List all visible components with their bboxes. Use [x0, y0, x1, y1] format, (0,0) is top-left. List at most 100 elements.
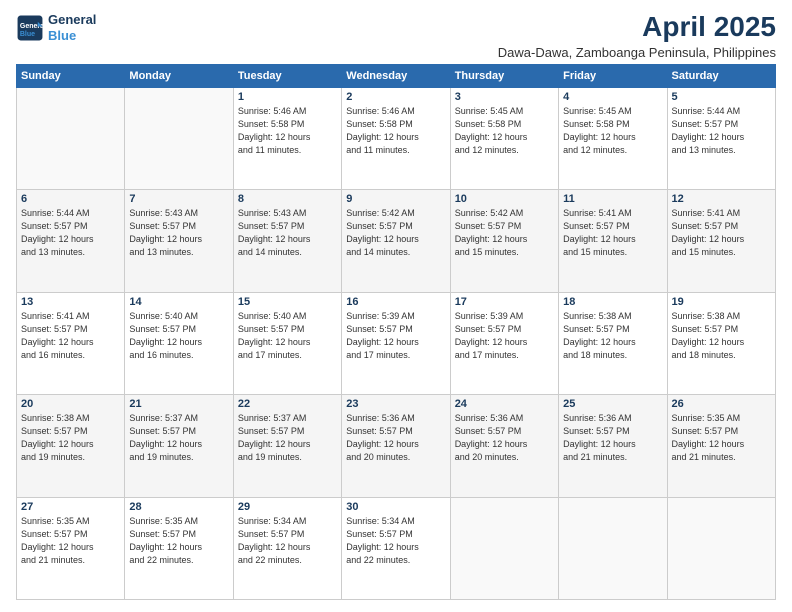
calendar-day-header: Tuesday [233, 64, 341, 87]
day-info: Sunrise: 5:37 AM Sunset: 5:57 PM Dayligh… [129, 412, 228, 464]
calendar-cell: 1 Sunrise: 5:46 AM Sunset: 5:58 PM Daylig… [233, 87, 341, 189]
day-info: Sunrise: 5:39 AM Sunset: 5:57 PM Dayligh… [455, 310, 554, 362]
day-info: Sunrise: 5:34 AM Sunset: 5:57 PM Dayligh… [238, 515, 337, 567]
calendar-cell: 16 Sunrise: 5:39 AM Sunset: 5:57 PM Dayli… [342, 292, 450, 394]
calendar-cell: 20Sunrise: 5:38 AM Sunset: 5:57 PM Dayli… [17, 395, 125, 497]
day-number: 24 [455, 398, 554, 410]
calendar-week-row: 20Sunrise: 5:38 AM Sunset: 5:57 PM Dayli… [17, 395, 776, 497]
subtitle: Dawa-Dawa, Zamboanga Peninsula, Philippi… [498, 45, 776, 60]
day-info: Sunrise: 5:43 AM Sunset: 5:57 PM Dayligh… [238, 207, 337, 259]
day-info: Sunrise: 5:41 AM Sunset: 5:57 PM Dayligh… [672, 207, 771, 259]
day-number: 22 [238, 398, 337, 410]
day-number: 18 [563, 296, 662, 308]
calendar-header-row: SundayMondayTuesdayWednesdayThursdayFrid… [17, 64, 776, 87]
day-info: Sunrise: 5:42 AM Sunset: 5:57 PM Dayligh… [455, 207, 554, 259]
day-number: 12 [672, 193, 771, 205]
day-info: Sunrise: 5:44 AM Sunset: 5:57 PM Dayligh… [21, 207, 120, 259]
main-title: April 2025 [498, 12, 776, 43]
calendar-cell [450, 497, 558, 599]
day-number: 29 [238, 501, 337, 513]
calendar-cell [125, 87, 233, 189]
day-number: 17 [455, 296, 554, 308]
svg-text:Blue: Blue [20, 30, 35, 37]
day-info: Sunrise: 5:41 AM Sunset: 5:57 PM Dayligh… [563, 207, 662, 259]
calendar-cell: 8Sunrise: 5:43 AM Sunset: 5:57 PM Daylig… [233, 190, 341, 292]
day-number: 13 [21, 296, 120, 308]
calendar-cell: 23Sunrise: 5:36 AM Sunset: 5:57 PM Dayli… [342, 395, 450, 497]
calendar-cell: 29 Sunrise: 5:34 AM Sunset: 5:57 PM Dayli… [233, 497, 341, 599]
logo: General Blue General Blue [16, 12, 96, 43]
calendar-cell: 11 Sunrise: 5:41 AM Sunset: 5:57 PM Dayli… [559, 190, 667, 292]
logo-text: General Blue [48, 12, 96, 43]
calendar-cell: 24Sunrise: 5:36 AM Sunset: 5:57 PM Dayli… [450, 395, 558, 497]
logo-line1: General [48, 12, 96, 28]
calendar-cell: 15Sunrise: 5:40 AM Sunset: 5:57 PM Dayli… [233, 292, 341, 394]
day-number: 27 [21, 501, 120, 513]
calendar-cell: 6Sunrise: 5:44 AM Sunset: 5:57 PM Daylig… [17, 190, 125, 292]
calendar-cell: 26 Sunrise: 5:35 AM Sunset: 5:57 PM Dayli… [667, 395, 775, 497]
calendar-day-header: Friday [559, 64, 667, 87]
day-info: Sunrise: 5:35 AM Sunset: 5:57 PM Dayligh… [21, 515, 120, 567]
calendar-cell [17, 87, 125, 189]
day-number: 19 [672, 296, 771, 308]
day-info: Sunrise: 5:36 AM Sunset: 5:57 PM Dayligh… [563, 412, 662, 464]
day-info: Sunrise: 5:46 AM Sunset: 5:58 PM Dayligh… [238, 105, 337, 157]
day-number: 1 [238, 91, 337, 103]
header: General Blue General Blue April 2025 Daw… [16, 12, 776, 60]
day-info: Sunrise: 5:35 AM Sunset: 5:57 PM Dayligh… [672, 412, 771, 464]
day-number: 14 [129, 296, 228, 308]
calendar-cell: 17 Sunrise: 5:39 AM Sunset: 5:57 PM Dayli… [450, 292, 558, 394]
calendar-cell: 25 Sunrise: 5:36 AM Sunset: 5:57 PM Dayli… [559, 395, 667, 497]
day-number: 3 [455, 91, 554, 103]
calendar-cell: 12 Sunrise: 5:41 AM Sunset: 5:57 PM Dayli… [667, 190, 775, 292]
day-info: Sunrise: 5:38 AM Sunset: 5:57 PM Dayligh… [563, 310, 662, 362]
calendar-cell: 13 Sunrise: 5:41 AM Sunset: 5:57 PM Dayli… [17, 292, 125, 394]
calendar-week-row: 27 Sunrise: 5:35 AM Sunset: 5:57 PM Dayli… [17, 497, 776, 599]
day-info: Sunrise: 5:40 AM Sunset: 5:57 PM Dayligh… [129, 310, 228, 362]
day-number: 26 [672, 398, 771, 410]
calendar-cell: 10 Sunrise: 5:42 AM Sunset: 5:57 PM Dayli… [450, 190, 558, 292]
calendar-cell: 2Sunrise: 5:46 AM Sunset: 5:58 PM Daylig… [342, 87, 450, 189]
day-info: Sunrise: 5:34 AM Sunset: 5:57 PM Dayligh… [346, 515, 445, 567]
calendar-cell: 21 Sunrise: 5:37 AM Sunset: 5:57 PM Dayli… [125, 395, 233, 497]
logo-line2: Blue [48, 28, 96, 44]
day-info: Sunrise: 5:45 AM Sunset: 5:58 PM Dayligh… [455, 105, 554, 157]
day-number: 15 [238, 296, 337, 308]
calendar-day-header: Monday [125, 64, 233, 87]
calendar-cell: 4Sunrise: 5:45 AM Sunset: 5:58 PM Daylig… [559, 87, 667, 189]
day-info: Sunrise: 5:38 AM Sunset: 5:57 PM Dayligh… [672, 310, 771, 362]
day-info: Sunrise: 5:35 AM Sunset: 5:57 PM Dayligh… [129, 515, 228, 567]
calendar-cell: 27 Sunrise: 5:35 AM Sunset: 5:57 PM Dayli… [17, 497, 125, 599]
calendar-table: SundayMondayTuesdayWednesdayThursdayFrid… [16, 64, 776, 600]
day-info: Sunrise: 5:39 AM Sunset: 5:57 PM Dayligh… [346, 310, 445, 362]
page: General Blue General Blue April 2025 Daw… [0, 0, 792, 612]
title-block: April 2025 Dawa-Dawa, Zamboanga Peninsul… [498, 12, 776, 60]
day-info: Sunrise: 5:42 AM Sunset: 5:57 PM Dayligh… [346, 207, 445, 259]
calendar-cell: 22Sunrise: 5:37 AM Sunset: 5:57 PM Dayli… [233, 395, 341, 497]
day-number: 28 [129, 501, 228, 513]
day-number: 7 [129, 193, 228, 205]
day-number: 10 [455, 193, 554, 205]
calendar-day-header: Saturday [667, 64, 775, 87]
calendar-cell: 28 Sunrise: 5:35 AM Sunset: 5:57 PM Dayli… [125, 497, 233, 599]
day-number: 21 [129, 398, 228, 410]
day-info: Sunrise: 5:41 AM Sunset: 5:57 PM Dayligh… [21, 310, 120, 362]
day-info: Sunrise: 5:46 AM Sunset: 5:58 PM Dayligh… [346, 105, 445, 157]
day-number: 20 [21, 398, 120, 410]
calendar-day-header: Wednesday [342, 64, 450, 87]
day-number: 5 [672, 91, 771, 103]
day-number: 9 [346, 193, 445, 205]
day-number: 16 [346, 296, 445, 308]
logo-icon: General Blue [16, 14, 44, 42]
svg-text:General: General [20, 23, 44, 30]
day-info: Sunrise: 5:45 AM Sunset: 5:58 PM Dayligh… [563, 105, 662, 157]
day-info: Sunrise: 5:44 AM Sunset: 5:57 PM Dayligh… [672, 105, 771, 157]
calendar-week-row: 13 Sunrise: 5:41 AM Sunset: 5:57 PM Dayli… [17, 292, 776, 394]
day-number: 25 [563, 398, 662, 410]
day-number: 30 [346, 501, 445, 513]
day-info: Sunrise: 5:43 AM Sunset: 5:57 PM Dayligh… [129, 207, 228, 259]
day-number: 11 [563, 193, 662, 205]
calendar-cell [559, 497, 667, 599]
calendar-cell: 14 Sunrise: 5:40 AM Sunset: 5:57 PM Dayli… [125, 292, 233, 394]
calendar-day-header: Sunday [17, 64, 125, 87]
